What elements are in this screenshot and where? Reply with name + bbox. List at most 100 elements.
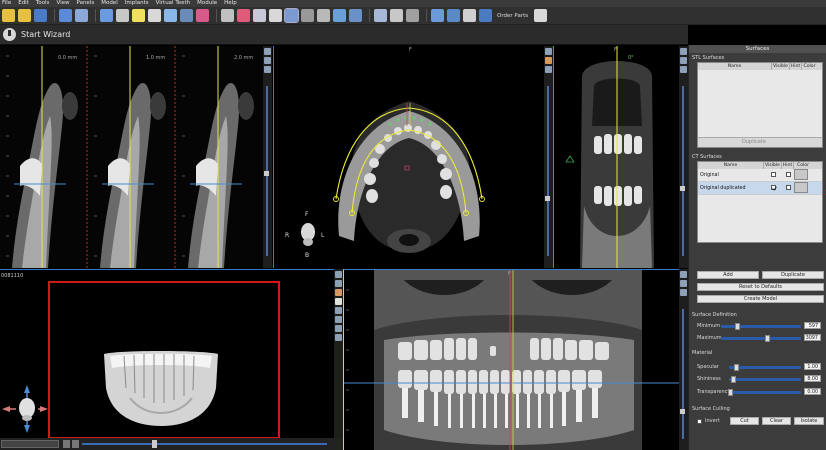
open-folder-icon[interactable] xyxy=(18,9,31,22)
menu-edit[interactable]: Edit xyxy=(18,0,29,7)
measure-icon[interactable] xyxy=(116,9,129,22)
isolate-button[interactable]: Isolate xyxy=(794,417,824,425)
invert-checkbox[interactable] xyxy=(697,419,702,424)
tooth-icon[interactable] xyxy=(221,9,234,22)
menu-help[interactable]: Help xyxy=(224,0,237,7)
window-level-icon[interactable] xyxy=(301,9,314,22)
view-option-icon[interactable] xyxy=(335,298,342,305)
implant-icon[interactable] xyxy=(253,9,266,22)
power-icon[interactable] xyxy=(3,28,16,41)
ct-row-visible-checkbox-checked[interactable] xyxy=(770,184,777,191)
create-model-button[interactable]: Create Model xyxy=(697,295,824,303)
stl-column-hint[interactable]: Hint xyxy=(790,63,802,70)
zoom-icon[interactable] xyxy=(148,9,161,22)
view-option-icon[interactable] xyxy=(335,271,342,278)
reset-icon[interactable] xyxy=(72,440,79,448)
volume-3d-view[interactable]: 0081110 xyxy=(0,269,334,438)
axial-scrollbar[interactable] xyxy=(547,86,549,256)
order-parts-icon[interactable] xyxy=(479,9,492,22)
menu-panels[interactable]: Panels xyxy=(77,0,95,7)
transparency-slider-handle[interactable] xyxy=(728,389,734,396)
view-option-icon[interactable] xyxy=(264,57,271,64)
transparency-value-input[interactable]: 0.00 xyxy=(804,388,821,395)
menu-module[interactable]: Module xyxy=(197,0,217,7)
maximum-slider-handle[interactable] xyxy=(764,335,770,342)
view-option-icon[interactable] xyxy=(264,48,271,55)
view-option-icon[interactable] xyxy=(335,280,342,287)
model-view-icon[interactable] xyxy=(463,9,476,22)
order-parts-label[interactable]: Order Parts xyxy=(497,13,528,19)
shininess-slider[interactable] xyxy=(729,378,801,381)
axial-view[interactable]: F F R L B xyxy=(273,46,544,268)
minimum-value-input[interactable]: 597 xyxy=(804,322,821,329)
maximum-value-input[interactable]: 3097 xyxy=(804,334,821,341)
specular-slider-handle[interactable] xyxy=(734,364,740,371)
stl-duplicate-button[interactable]: Duplicate xyxy=(742,139,766,145)
specular-slider[interactable] xyxy=(729,366,801,369)
menu-tools[interactable]: Tools xyxy=(36,0,50,7)
ct-row-visible-checkbox[interactable] xyxy=(770,171,776,177)
grid-icon[interactable] xyxy=(180,9,193,22)
ct-surfaces-table[interactable]: Name Visible Hint Color Original Origina… xyxy=(697,161,826,243)
cross-section-view[interactable]: 0.0 mm 1.0 mm 2.0 mm xyxy=(0,46,263,268)
coronal-view[interactable]: F 0° xyxy=(553,46,679,268)
fullscreen-icon[interactable] xyxy=(534,9,548,22)
stl-column-color[interactable]: Color xyxy=(802,63,817,70)
minimum-slider-handle[interactable] xyxy=(735,323,740,330)
save-icon[interactable] xyxy=(34,9,47,22)
view-option-icon[interactable] xyxy=(335,334,342,341)
arc-icon[interactable] xyxy=(406,9,419,22)
draw-curve-icon[interactable] xyxy=(196,9,209,22)
zoom-in-icon[interactable] xyxy=(333,9,346,22)
points-icon[interactable] xyxy=(164,9,177,22)
view-option-icon[interactable] xyxy=(680,66,687,73)
view-option-icon[interactable] xyxy=(545,48,552,55)
view-option-icon[interactable] xyxy=(335,289,342,296)
layout-icon[interactable] xyxy=(100,9,113,22)
panoramic-scrollbar-handle[interactable] xyxy=(680,409,685,414)
menu-virtual-teeth[interactable]: Virtual Teeth xyxy=(156,0,191,7)
add-surface-button[interactable]: Add xyxy=(697,271,759,279)
view-option-icon[interactable] xyxy=(680,271,687,278)
view-option-icon[interactable] xyxy=(680,280,687,287)
view-option-icon[interactable] xyxy=(545,66,552,73)
slice-scrollbar-handle[interactable] xyxy=(264,171,269,176)
axial-scrollbar-handle[interactable] xyxy=(545,196,550,201)
stl-surfaces-table[interactable]: Name Visible Hint Color Duplicate xyxy=(697,62,823,148)
nerve-icon[interactable] xyxy=(237,9,250,22)
panoramic-view[interactable]: F xyxy=(343,269,679,450)
ct-column-hint[interactable]: Hint xyxy=(782,162,794,169)
ruler-icon[interactable] xyxy=(132,9,145,22)
ct-table-row[interactable]: Original xyxy=(698,168,822,182)
view-option-icon[interactable] xyxy=(545,57,552,64)
start-wizard-button[interactable]: Start Wizard xyxy=(21,30,70,39)
clear-button[interactable]: Clear xyxy=(762,417,791,425)
menu-view[interactable]: View xyxy=(56,0,69,7)
contrast-icon[interactable] xyxy=(317,9,330,22)
menu-file[interactable]: File xyxy=(2,0,11,7)
rotate-icon[interactable] xyxy=(431,9,444,22)
view-option-icon[interactable] xyxy=(335,307,342,314)
new-file-icon[interactable] xyxy=(2,9,15,22)
opacity-slider[interactable] xyxy=(82,443,327,445)
distance-icon[interactable] xyxy=(374,9,387,22)
volume-preset-dropdown[interactable] xyxy=(1,440,59,448)
menu-implants[interactable]: Implants xyxy=(125,0,149,7)
view-option-icon[interactable] xyxy=(335,316,342,323)
coronal-scrollbar[interactable] xyxy=(682,86,684,256)
view-option-icon[interactable] xyxy=(264,66,271,73)
view-option-icon[interactable] xyxy=(680,57,687,64)
surfaces-icon[interactable] xyxy=(284,8,299,23)
view-option-icon[interactable] xyxy=(680,289,687,296)
ct-row-color-swatch[interactable] xyxy=(794,168,808,180)
duplicate-surface-button[interactable]: Duplicate xyxy=(762,271,824,279)
opacity-slider-handle[interactable] xyxy=(152,440,157,448)
lock-icon[interactable] xyxy=(63,440,70,448)
pan-icon[interactable] xyxy=(349,9,362,22)
shininess-slider-handle[interactable] xyxy=(731,376,737,383)
stl-column-name[interactable]: Name xyxy=(698,63,772,70)
ct-column-name[interactable]: Name xyxy=(698,162,764,169)
ct-row-hint-checkbox[interactable] xyxy=(785,171,791,177)
coronal-scrollbar-handle[interactable] xyxy=(680,186,685,191)
transparency-slider[interactable] xyxy=(729,391,801,394)
